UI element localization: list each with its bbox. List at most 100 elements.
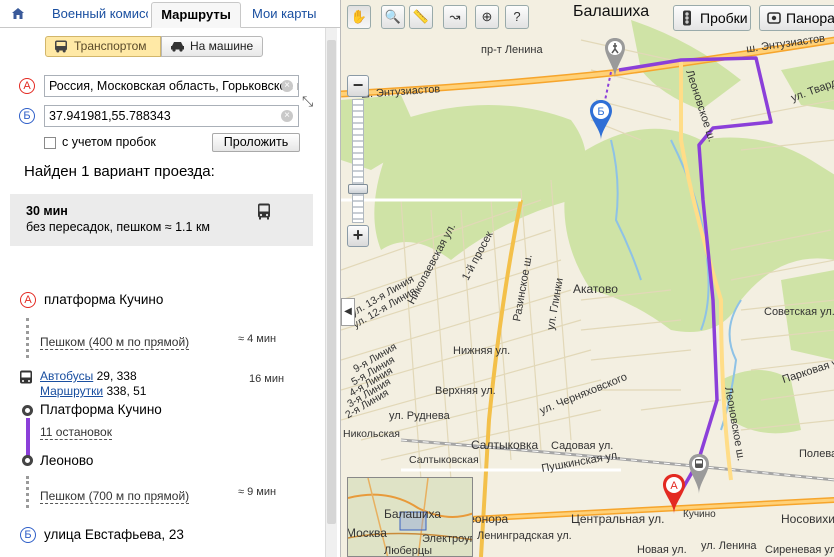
point-b-map-marker[interactable]: Б — [588, 98, 614, 142]
board-stop-icon — [22, 405, 33, 416]
route-from-value: Россия, Московская область, Горьковское … — [49, 79, 298, 93]
hand-icon: ✋ — [350, 9, 368, 24]
car-icon — [171, 42, 184, 52]
what-here-button[interactable]: ? — [505, 5, 529, 29]
bus-icon — [55, 40, 67, 53]
zoom-scale[interactable] — [352, 99, 364, 223]
clear-to-icon[interactable]: × — [281, 110, 293, 122]
walk-1-duration: ≈ 4 мин — [238, 333, 277, 345]
minimap-label: Балашиха — [384, 507, 442, 521]
start-point-name: платформа Кучино — [44, 292, 164, 307]
walk-segment-line — [26, 318, 29, 358]
point-b-marker: Б — [19, 108, 35, 124]
tab-routes[interactable]: Маршруты — [151, 2, 241, 28]
board-stop-name: Платформа Кучино — [40, 402, 162, 417]
clear-from-icon[interactable]: × — [281, 80, 293, 92]
tab-my-maps[interactable]: Мои карты — [246, 2, 326, 28]
route-tool-button[interactable]: ↝ — [443, 5, 467, 29]
route-panel: Военный комиссариат Маршруты Мои карты Т… — [0, 0, 340, 557]
street-label: ул. Ленина — [701, 540, 757, 552]
route-to-input[interactable]: 37.941981,55.788343 × — [44, 105, 299, 127]
street-label: Салтыковская — [409, 454, 479, 466]
street-label: Центральная ул. — [571, 512, 665, 526]
area-label: Салтыковка — [471, 438, 539, 452]
bus-icon — [258, 203, 270, 220]
swap-points-icon[interactable]: ⤡ — [302, 93, 313, 110]
walk-segment-line — [26, 476, 29, 508]
variant-description: без пересадок, пешком ≈ 1.1 км — [26, 220, 211, 234]
traffic-checkbox[interactable] — [44, 137, 56, 149]
point-a-marker: А — [19, 78, 35, 94]
street-label: Новая ул. — [637, 544, 687, 556]
street-label: Сиреневая ул. — [765, 544, 834, 556]
walk-2-link[interactable]: Пешком (700 м по прямой) — [40, 489, 190, 504]
mode-car-button[interactable]: На машине — [161, 36, 263, 57]
stops-count-link[interactable]: 11 остановок — [40, 425, 112, 440]
street-label: Никольская — [343, 428, 400, 440]
walk-1-link[interactable]: Пешком (400 м по прямой) — [40, 335, 190, 350]
add-object-button[interactable]: ⊕ — [475, 5, 499, 29]
overview-minimap[interactable]: Балашиха Москва Электроугли Люберцы — [347, 477, 473, 557]
zoom-area-button[interactable]: 🔍 — [381, 5, 405, 29]
area-label: Акатово — [573, 282, 618, 296]
zoom-control: − + — [347, 75, 369, 247]
traffic-light-icon — [683, 10, 691, 26]
tab-bar: Военный комиссариат Маршруты Мои карты — [0, 0, 340, 28]
results-heading: Найден 1 вариант проезда: — [24, 163, 215, 180]
chevron-left-icon: ◀ — [344, 306, 352, 317]
exit-stop-icon — [22, 455, 33, 466]
panel-scrollbar[interactable] — [325, 28, 337, 557]
minimap-label: Электроугли — [422, 533, 472, 545]
tab-military-office[interactable]: Военный комиссариат — [44, 2, 148, 28]
minimap-label: Москва — [347, 526, 387, 540]
street-label: Полевая ул. — [799, 448, 834, 460]
map-city-label: Балашиха — [573, 3, 650, 20]
bus-numbers: 29, 338 — [96, 369, 137, 383]
bus-routes-line: Автобусы 29, 338 — [40, 369, 137, 383]
route-from-input[interactable]: Россия, Московская область, Горьковское … — [44, 75, 299, 97]
mode-car-label: На машине — [190, 39, 254, 53]
point-a-map-marker[interactable]: А — [661, 472, 687, 516]
traffic-button[interactable]: Пробки — [673, 5, 751, 31]
bus-stop-icon — [20, 370, 32, 384]
map-view[interactable]: пр-т Ленина ш. Энтузиастов ш. Энтузиасто… — [340, 0, 834, 557]
transit-segment-line — [26, 418, 30, 456]
minimap-label: Люберцы — [384, 545, 433, 557]
buses-link[interactable]: Автобусы — [40, 369, 93, 383]
street-label: ул. Руднева — [389, 410, 450, 422]
panorama-button[interactable]: Панорамы — [759, 5, 834, 31]
ruler-button[interactable]: 📏 — [409, 5, 433, 29]
zoom-out-button[interactable]: − — [347, 75, 369, 97]
zoom-in-button[interactable]: + — [347, 225, 369, 247]
panorama-button-label: Панорамы — [786, 10, 834, 26]
street-label: Советская ул. — [764, 306, 834, 318]
route-to-value: 37.941981,55.788343 — [49, 109, 171, 123]
walk-2-duration: ≈ 9 мин — [238, 486, 277, 498]
ride-duration: 16 мин — [249, 373, 285, 385]
drag-tool-button[interactable]: ✋ — [347, 5, 371, 29]
street-label: Верхняя ул. — [435, 385, 496, 397]
route-icon: ↝ — [449, 9, 461, 24]
mode-transport-button[interactable]: Транспортом — [45, 36, 161, 57]
ruler-icon: 📏 — [412, 9, 430, 24]
panorama-icon — [767, 12, 781, 24]
add-pin-icon: ⊕ — [481, 9, 493, 24]
marker-a-letter: А — [670, 480, 678, 492]
build-route-button[interactable]: Проложить — [212, 133, 300, 152]
minibuses-link[interactable]: Маршрутки — [40, 384, 103, 398]
end-point-name: улица Евстафьева, 23 — [44, 527, 184, 542]
route-variant-card[interactable]: 30 мин без пересадок, пешком ≈ 1.1 км — [10, 194, 313, 246]
traffic-checkbox-label[interactable]: с учетом пробок — [62, 135, 156, 149]
scrollbar-thumb[interactable] — [327, 40, 336, 524]
street-label: Носовихинское — [781, 512, 834, 526]
magnifier-icon: 🔍 — [384, 9, 402, 24]
start-point-marker: А — [20, 292, 36, 308]
street-label: Ленинградская ул. — [477, 530, 572, 542]
variant-time: 30 мин — [26, 204, 68, 218]
collapse-panel-button[interactable]: ◀ — [341, 298, 355, 326]
zoom-slider-handle[interactable] — [348, 184, 368, 194]
minibus-numbers: 338, 51 — [106, 384, 147, 398]
tab-home[interactable] — [6, 2, 30, 28]
minibus-routes-line: Маршрутки 338, 51 — [40, 384, 146, 398]
street-label: Садовая ул. — [551, 440, 614, 452]
